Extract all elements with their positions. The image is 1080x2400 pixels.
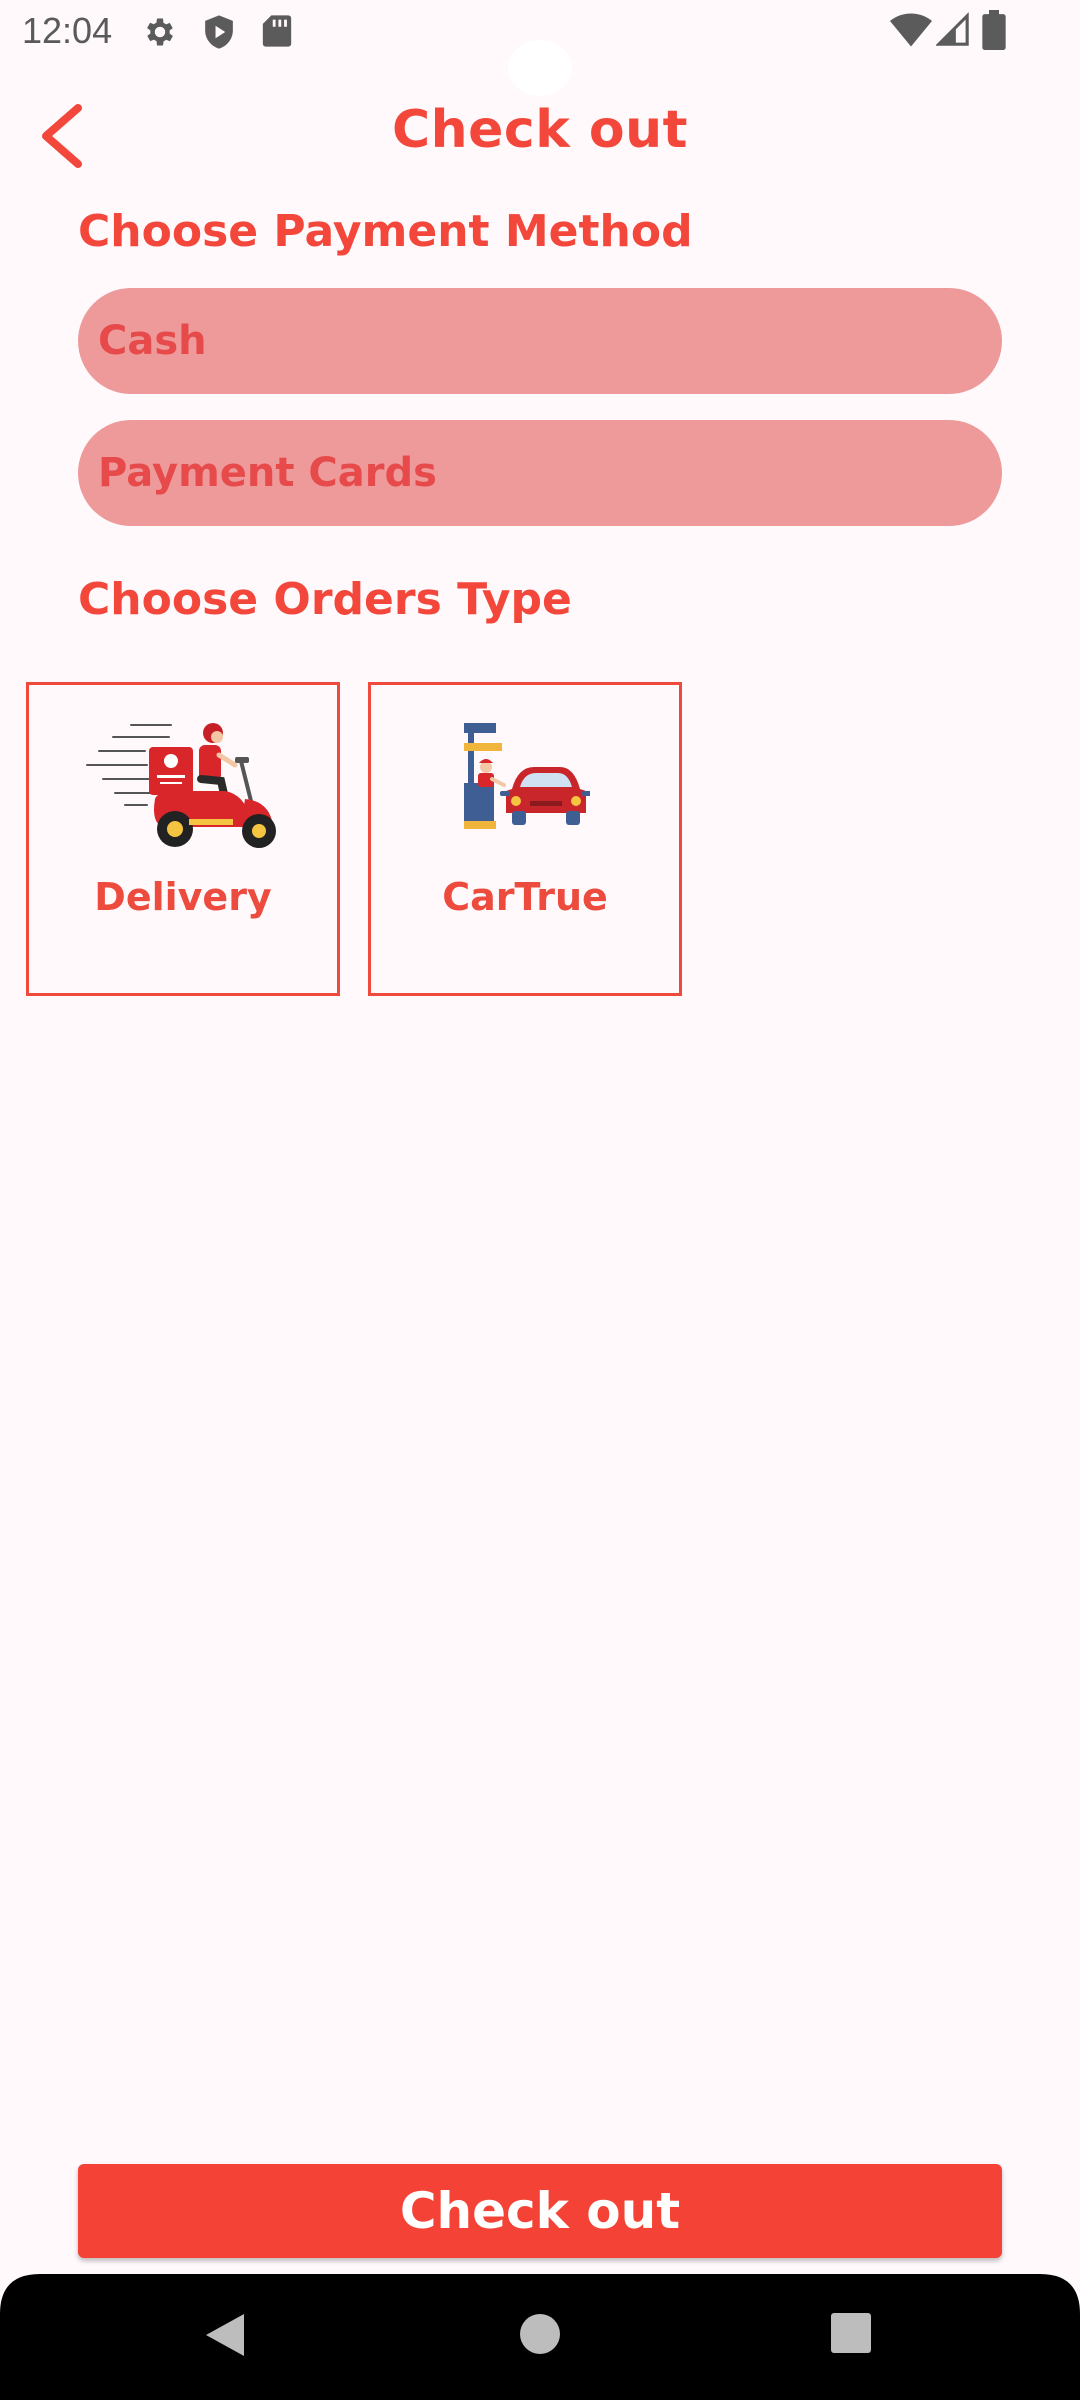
payment-option-label: Payment Cards [98, 450, 437, 496]
back-triangle-icon[interactable] [204, 2312, 246, 2358]
orders-type-title: Choose Orders Type [78, 574, 572, 625]
payment-method-title: Choose Payment Method [78, 206, 693, 257]
home-circle-icon[interactable] [518, 2312, 562, 2356]
nav-corner-right [1040, 2274, 1080, 2314]
payment-option-cards[interactable]: Payment Cards [78, 420, 1002, 526]
checkout-screen: 12:04 Check out Choose Payment Method Ca… [0, 0, 1080, 2400]
drive-thru-icon [464, 723, 590, 829]
order-type-label: CarTrue [442, 875, 608, 919]
wifi-icon [890, 13, 932, 47]
page-title: Check out [391, 100, 689, 160]
recents-square-icon[interactable] [830, 2312, 872, 2354]
camera-cutout [508, 40, 572, 96]
order-type-cartrue[interactable]: CarTrue [368, 682, 682, 996]
checkout-button[interactable]: Check out [78, 2164, 1002, 2258]
shield-play-icon [205, 15, 233, 49]
scooter-delivery-icon [86, 723, 276, 848]
gear-icon [147, 18, 173, 46]
nav-corner-left [0, 2274, 40, 2314]
cell-signal-icon [936, 12, 969, 46]
payment-option-cash[interactable]: Cash [78, 288, 1002, 394]
order-type-label: Delivery [94, 875, 272, 919]
battery-icon [982, 10, 1006, 50]
payment-option-label: Cash [98, 318, 207, 364]
status-time: 12:04 [22, 10, 113, 51]
order-type-delivery[interactable]: Delivery [26, 682, 340, 996]
sd-card-icon [262, 15, 292, 47]
